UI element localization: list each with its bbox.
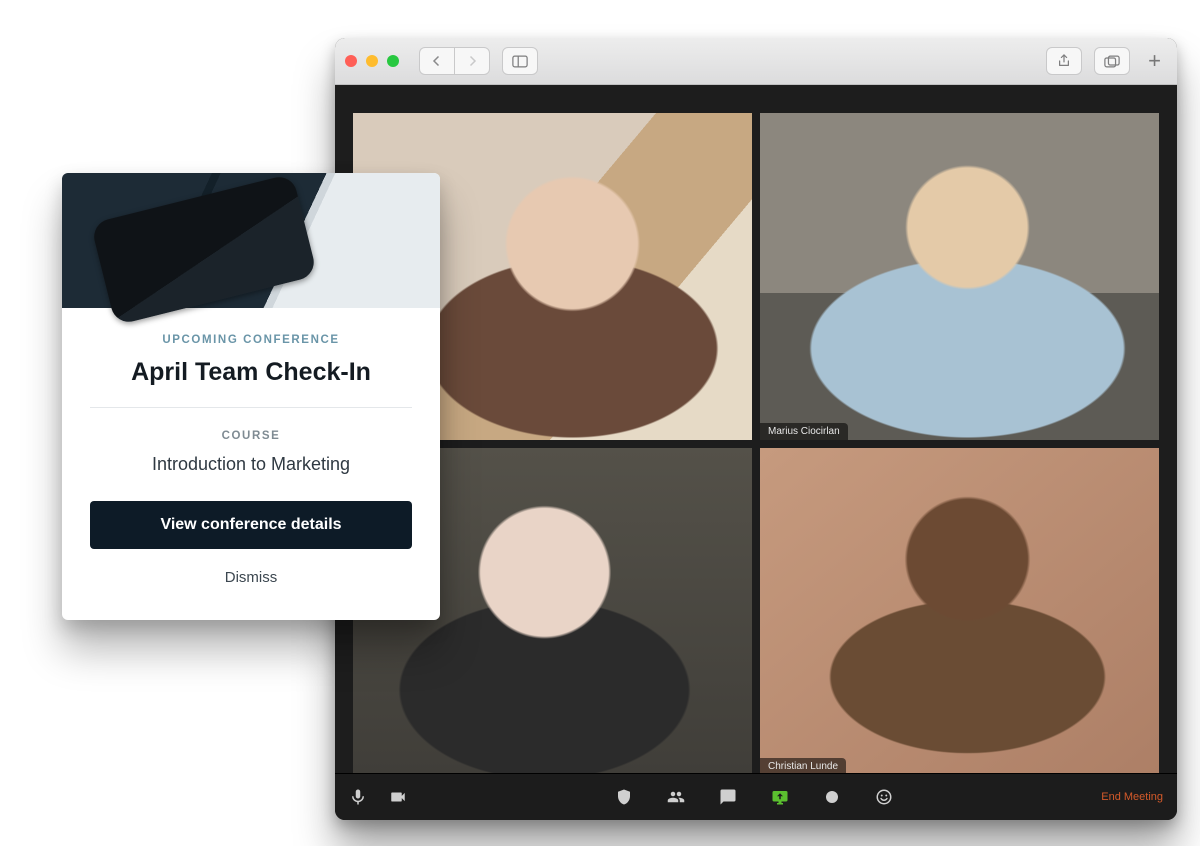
participant-tile[interactable]: Christian Lunde [760,448,1159,775]
record-button[interactable] [823,788,841,806]
reactions-button[interactable] [875,788,893,806]
participant-name-tag: Marius Ciocirlan [760,423,848,440]
fullscreen-window-button[interactable] [387,55,399,67]
security-button[interactable] [615,788,633,806]
participants-button[interactable] [667,788,685,806]
conference-title: April Team Check-In [90,358,412,387]
view-details-button[interactable]: View conference details [90,501,412,549]
meeting-window: + Marius Ciocirlan Christian Lunde [335,38,1177,820]
mute-button[interactable] [349,788,367,806]
video-toggle-button[interactable] [389,788,407,806]
sidebar-toggle-button[interactable] [502,47,538,75]
dismiss-button[interactable]: Dismiss [90,549,412,598]
end-meeting-button[interactable]: End Meeting [1101,791,1163,803]
course-label: COURSE [90,430,412,442]
back-button[interactable] [419,47,454,75]
divider [90,407,412,408]
minimize-window-button[interactable] [366,55,378,67]
conference-card: UPCOMING CONFERENCE April Team Check-In … [62,173,440,620]
course-name: Introduction to Marketing [90,454,412,475]
meeting-control-bar: End Meeting [335,773,1177,820]
forward-button[interactable] [454,47,490,75]
share-button[interactable] [1046,47,1082,75]
window-titlebar: + [335,38,1177,85]
close-window-button[interactable] [345,55,357,67]
conference-eyebrow: UPCOMING CONFERENCE [90,334,412,346]
new-tab-button[interactable]: + [1142,48,1167,74]
window-traffic-lights [345,55,399,67]
conference-hero-image [62,173,440,308]
video-grid: Marius Ciocirlan Christian Lunde [335,85,1177,775]
nav-button-group [419,47,490,75]
participant-tile[interactable]: Marius Ciocirlan [760,113,1159,440]
share-screen-button[interactable] [771,788,789,806]
show-tabs-button[interactable] [1094,47,1130,75]
chat-button[interactable] [719,788,737,806]
